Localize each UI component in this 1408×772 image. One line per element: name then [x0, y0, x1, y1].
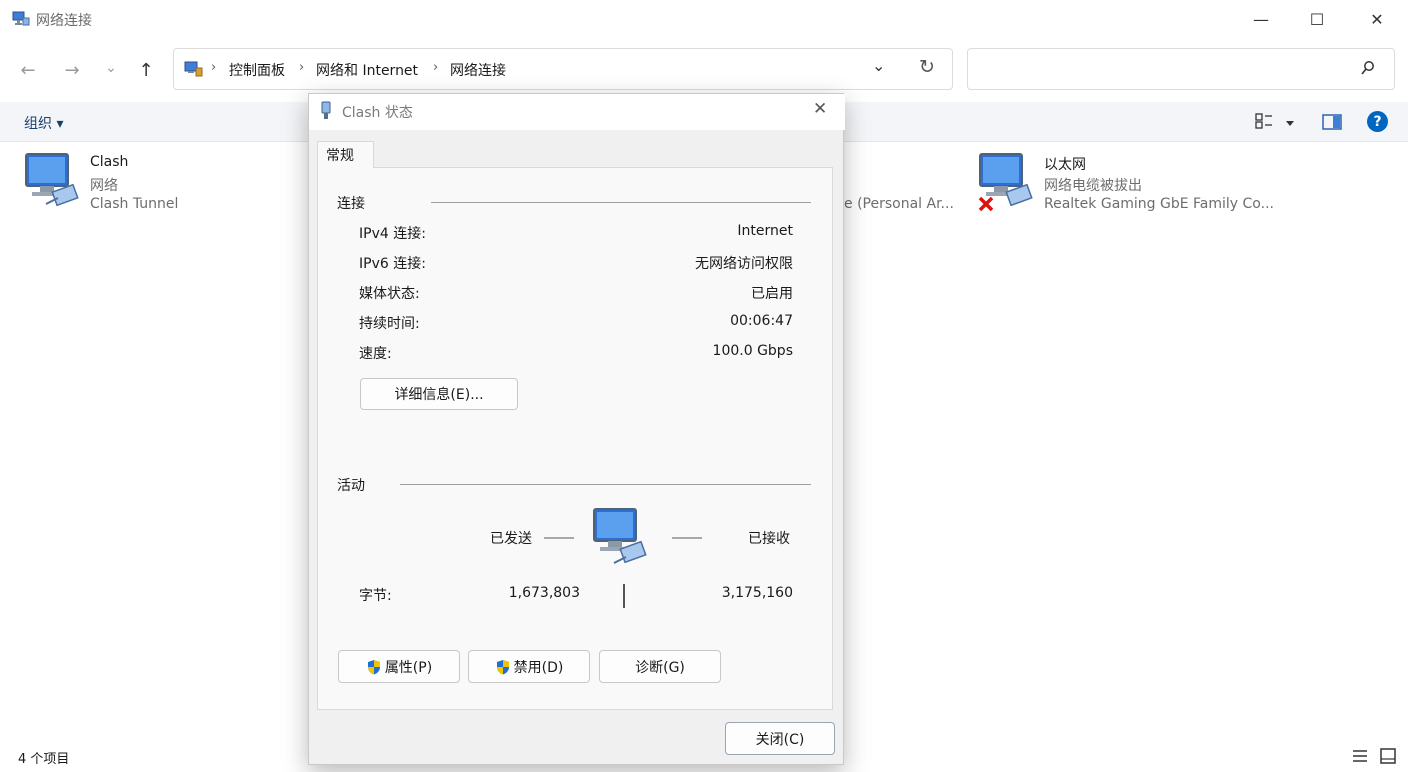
- refresh-button[interactable]: ↻: [919, 56, 935, 78]
- up-arrow-icon: ↑: [138, 59, 154, 81]
- help-button[interactable]: ?: [1367, 111, 1388, 132]
- address-dropdown-button[interactable]: ⌄: [872, 56, 885, 75]
- details-view-button[interactable]: [1352, 749, 1368, 767]
- breadcrumb-network-connections[interactable]: 网络连接: [450, 60, 506, 80]
- duration-value: 00:06:47: [730, 313, 793, 329]
- item-device: e (Personal Ar...: [844, 196, 954, 212]
- item-count: 4 个项目: [18, 752, 70, 767]
- maximize-button[interactable]: ☐: [1294, 0, 1340, 38]
- caret-down-icon: [1286, 121, 1294, 126]
- maximize-icon: ☐: [1309, 9, 1325, 29]
- sent-line: [544, 537, 574, 539]
- received-line: [672, 537, 702, 539]
- dialog-close-button[interactable]: ✕: [813, 99, 827, 119]
- activity-group-label: 活动: [337, 475, 369, 495]
- help-icon: ?: [1373, 113, 1382, 130]
- media-state-value: 已启用: [751, 286, 793, 302]
- list-view-icon: [1353, 750, 1367, 762]
- close-window-button[interactable]: ✕: [1354, 0, 1400, 38]
- item-type: 网络: [90, 178, 118, 194]
- disable-button[interactable]: 禁用(D): [468, 650, 590, 683]
- disable-label: 禁用(D): [513, 659, 564, 676]
- clash-connection-icon[interactable]: [22, 152, 84, 214]
- close-icon: ✕: [813, 99, 828, 119]
- large-icons-view-button[interactable]: [1380, 748, 1396, 768]
- chevron-down-icon: ⌄: [872, 56, 886, 75]
- title-bar: [0, 0, 1408, 38]
- media-state-label: 媒体状态:: [359, 286, 420, 302]
- minimize-icon: —: [1253, 9, 1269, 29]
- ipv6-value: 无网络访问权限: [695, 256, 793, 272]
- refresh-icon: ↻: [919, 56, 935, 78]
- preview-pane-button[interactable]: [1322, 114, 1342, 134]
- tab-panel-general: [317, 167, 833, 710]
- forward-button[interactable]: →: [58, 56, 86, 84]
- search-icon: [1360, 60, 1376, 80]
- adapter-icon: [318, 101, 334, 125]
- forward-arrow-icon: →: [64, 59, 80, 81]
- item-device: Clash Tunnel: [90, 196, 179, 212]
- network-connections-icon: [12, 11, 30, 27]
- control-panel-icon: [184, 60, 204, 82]
- duration-label: 持续时间:: [359, 316, 420, 332]
- item-type: 网络电缆被拔出: [1044, 178, 1142, 194]
- organize-menu[interactable]: 组织 ▾: [24, 113, 63, 133]
- uac-shield-icon: [367, 659, 380, 674]
- chevron-down-icon: ⌄: [105, 60, 117, 76]
- diagnose-button[interactable]: 诊断(G): [599, 650, 721, 683]
- ipv6-label: IPv6 连接:: [359, 256, 426, 272]
- network-activity-icon: [592, 507, 654, 571]
- recent-locations-button[interactable]: ⌄: [97, 54, 125, 82]
- change-view-button[interactable]: [1255, 113, 1275, 133]
- group-divider: [431, 202, 811, 203]
- bytes-sent-value: 1,673,803: [508, 585, 580, 601]
- breadcrumb-separator: ›: [299, 60, 305, 75]
- tiles-view-icon: [1380, 748, 1396, 764]
- ipv4-value: Internet: [737, 223, 793, 239]
- group-divider: [400, 484, 811, 485]
- speed-value: 100.0 Gbps: [712, 343, 793, 359]
- bytes-label: 字节:: [359, 588, 392, 604]
- details-button[interactable]: 详细信息(E)...: [360, 378, 518, 410]
- breadcrumb-network-internet[interactable]: 网络和 Internet: [316, 60, 418, 80]
- dialog-title: Clash 状态: [342, 105, 413, 121]
- uac-shield-icon: [496, 659, 509, 674]
- preview-pane-icon: [1322, 114, 1342, 130]
- sent-label: 已发送: [490, 531, 532, 547]
- address-bar[interactable]: [173, 48, 953, 90]
- view-dropdown-button[interactable]: [1285, 116, 1295, 132]
- speed-label: 速度:: [359, 346, 392, 362]
- ipv4-label: IPv4 连接:: [359, 226, 426, 242]
- properties-label: 属性(P): [384, 659, 433, 676]
- item-name: Clash: [90, 154, 129, 170]
- ethernet-connection-icon[interactable]: [976, 152, 1038, 218]
- activity-separator: [623, 584, 625, 608]
- view-options-icon: [1255, 113, 1272, 129]
- back-arrow-icon: ←: [20, 59, 36, 81]
- breadcrumb-separator: ›: [211, 60, 217, 75]
- item-name: 以太网: [1044, 157, 1086, 173]
- properties-button[interactable]: 属性(P): [338, 650, 460, 683]
- breadcrumb-control-panel[interactable]: 控制面板: [229, 60, 285, 80]
- up-button[interactable]: ↑: [132, 56, 160, 84]
- item-device: Realtek Gaming GbE Family Co...: [1044, 196, 1274, 212]
- received-label: 已接收: [748, 531, 790, 547]
- breadcrumb-separator: ›: [433, 60, 439, 75]
- window-title: 网络连接: [36, 13, 92, 29]
- close-icon: ✕: [1370, 9, 1384, 29]
- search-input[interactable]: [967, 48, 1395, 90]
- minimize-button[interactable]: —: [1238, 0, 1284, 38]
- back-button[interactable]: ←: [14, 56, 42, 84]
- close-button[interactable]: 关闭(C): [725, 722, 835, 755]
- tab-general[interactable]: 常规: [317, 141, 374, 168]
- connection-group-label: 连接: [337, 193, 369, 213]
- bytes-received-value: 3,175,160: [721, 585, 793, 601]
